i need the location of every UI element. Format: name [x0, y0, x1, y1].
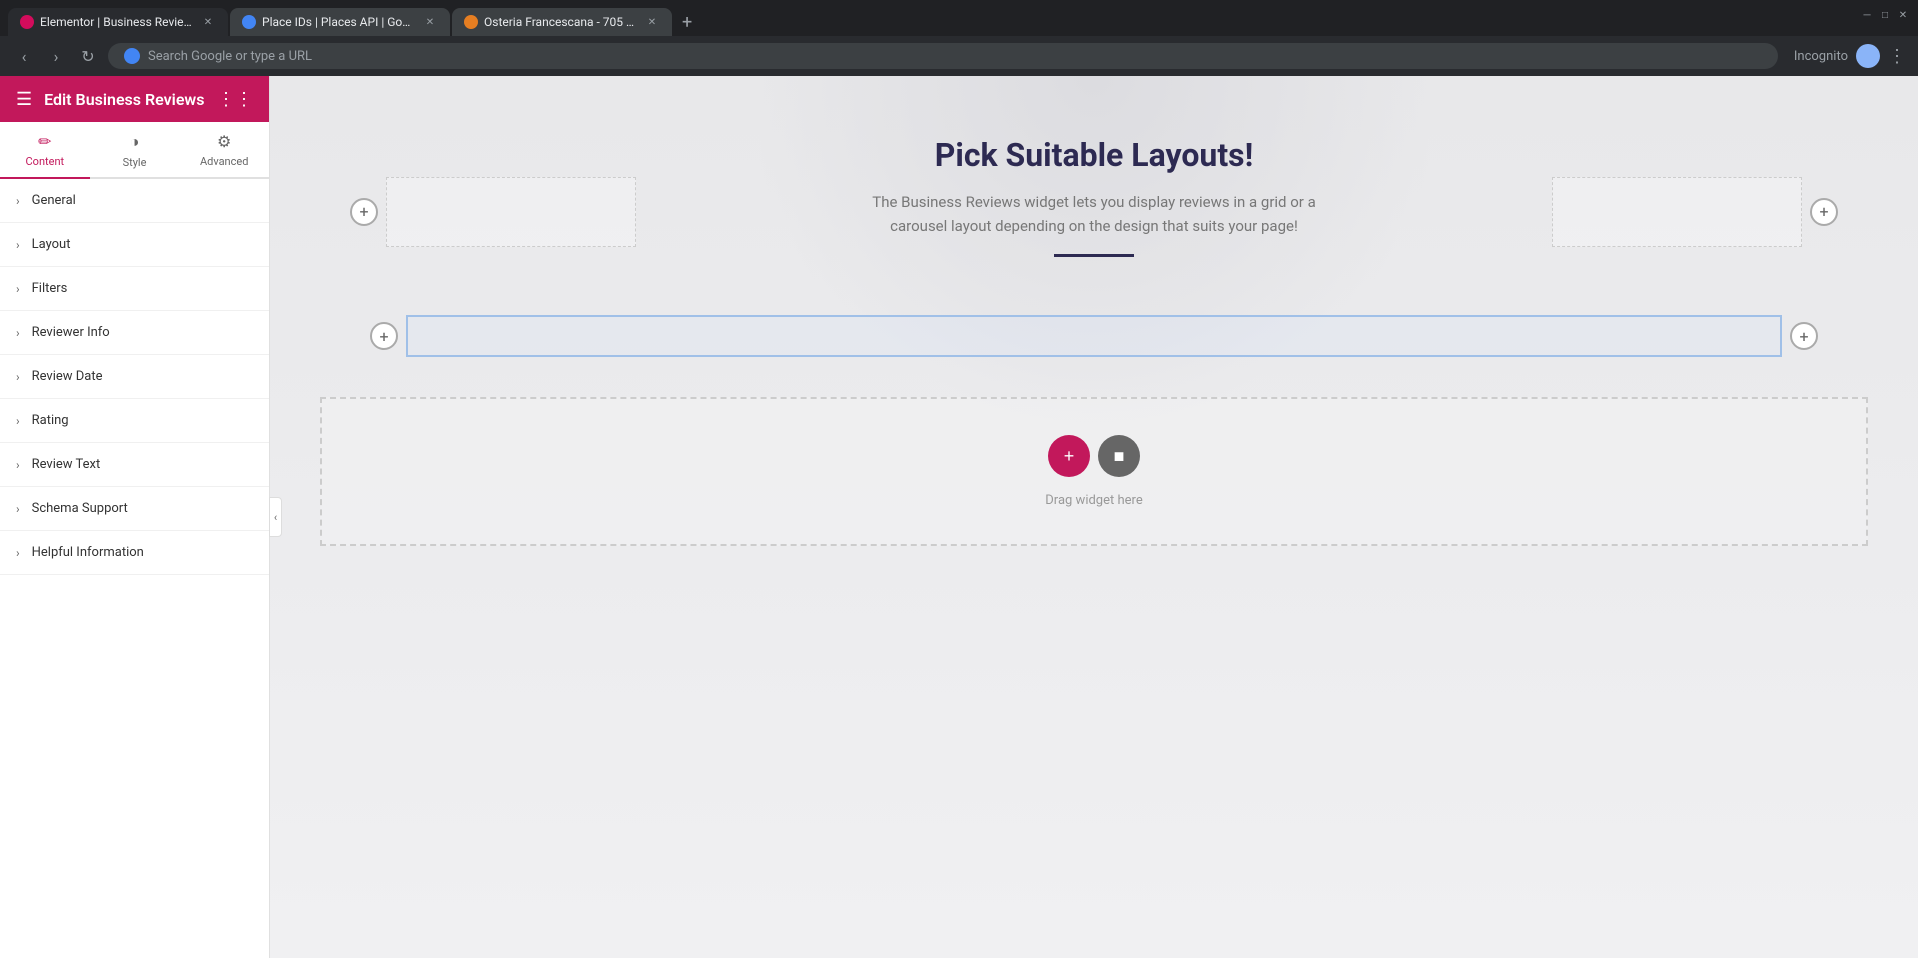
advanced-tab-icon: ⚙ [217, 132, 231, 151]
chevron-review-text-icon: › [16, 458, 20, 472]
maximize-button[interactable]: □ [1878, 8, 1892, 22]
address-bar: ‹ › ↻ Search Google or type a URL Incogn… [0, 36, 1918, 76]
fab-group: + ■ [1048, 435, 1140, 477]
add-col-left-button[interactable]: + [350, 198, 378, 226]
selected-widget-placeholder [406, 315, 1782, 357]
content-area: + Pick Suitable Layouts! The Business Re… [270, 76, 1918, 958]
tab-osteria-title: Osteria Francescana - 705 Photo... [484, 15, 638, 29]
google-icon [124, 48, 140, 64]
close-window-button[interactable]: ✕ [1896, 8, 1910, 22]
style-tab-label: Style [123, 156, 147, 169]
chevron-reviewer-icon: › [16, 326, 20, 340]
section-rating[interactable]: › Rating [0, 399, 269, 443]
style-tab-icon: ◑ [130, 132, 140, 152]
tab-style[interactable]: ◑ Style [90, 122, 180, 177]
back-button[interactable]: ‹ [12, 47, 36, 66]
col-placeholder-right [1552, 177, 1802, 247]
tab-places[interactable]: Place IDs | Places API | Google... ✕ [230, 8, 450, 36]
section-general-label: General [32, 193, 76, 208]
tab-content[interactable]: ✏ Content [0, 122, 90, 179]
chevron-schema-icon: › [16, 502, 20, 516]
forward-button[interactable]: › [44, 47, 68, 66]
chevron-filters-icon: › [16, 282, 20, 296]
section-review-text-label: Review Text [32, 457, 101, 472]
tab-advanced[interactable]: ⚙ Advanced [179, 122, 269, 177]
tab-elementor-title: Elementor | Business Reviews [40, 15, 194, 29]
section-reviewer-info[interactable]: › Reviewer Info [0, 311, 269, 355]
add-row-right-button[interactable]: + [1790, 322, 1818, 350]
panel-title: Edit Business Reviews [44, 90, 205, 109]
drag-widget-area: + ■ Drag widget here [320, 397, 1868, 546]
chevron-review-date-icon: › [16, 370, 20, 384]
section-general[interactable]: › General [0, 179, 269, 223]
left-panel: ☰ Edit Business Reviews ⋮⋮ ✏ Content ◑ S… [0, 76, 270, 958]
section-schema-support[interactable]: › Schema Support [0, 487, 269, 531]
tab-close-osteria[interactable]: ✕ [644, 14, 660, 30]
minimize-button[interactable]: ─ [1860, 8, 1874, 22]
elementor-favicon [20, 15, 34, 29]
section-review-date[interactable]: › Review Date [0, 355, 269, 399]
grid-menu-icon[interactable]: ⋮⋮ [217, 89, 253, 110]
section-reviewer-label: Reviewer Info [32, 325, 110, 340]
chevron-layout-icon: › [16, 238, 20, 252]
tab-places-title: Place IDs | Places API | Google... [262, 15, 416, 29]
section-rating-label: Rating [32, 413, 69, 428]
refresh-button[interactable]: ↻ [76, 47, 100, 66]
section-schema-label: Schema Support [32, 501, 128, 516]
section-helpful-label: Helpful Information [32, 545, 144, 560]
drag-hint-text: Drag widget here [1045, 493, 1142, 508]
new-tab-button[interactable]: + [674, 12, 700, 33]
content-tab-icon: ✏ [38, 132, 51, 151]
chevron-helpful-icon: › [16, 546, 20, 560]
places-favicon [242, 15, 256, 29]
chevron-rating-icon: › [16, 414, 20, 428]
tab-elementor[interactable]: Elementor | Business Reviews ✕ [8, 8, 228, 36]
section-filters[interactable]: › Filters [0, 267, 269, 311]
section-helpful-info[interactable]: › Helpful Information [0, 531, 269, 575]
tab-close-elementor[interactable]: ✕ [200, 14, 216, 30]
section-options-button[interactable]: ■ [1098, 435, 1140, 477]
col-placeholder-left [386, 177, 636, 247]
widget-title: Pick Suitable Layouts! [846, 136, 1342, 174]
menu-dots-icon[interactable]: ⋮ [1888, 46, 1906, 67]
add-section-button[interactable]: + [1048, 435, 1090, 477]
tab-osteria[interactable]: Osteria Francescana - 705 Photo... ✕ [452, 8, 672, 36]
section-review-text[interactable]: › Review Text [0, 443, 269, 487]
address-input[interactable]: Search Google or type a URL [108, 43, 1778, 69]
section-filters-label: Filters [32, 281, 68, 296]
panel-header: ☰ Edit Business Reviews ⋮⋮ [0, 76, 269, 122]
panel-tabs: ✏ Content ◑ Style ⚙ Advanced [0, 122, 269, 179]
incognito-area: Incognito ⋮ [1794, 44, 1906, 68]
profile-icon[interactable] [1856, 44, 1880, 68]
panel-sections: › General › Layout › Filters › Reviewer … [0, 179, 269, 958]
add-col-right-button[interactable]: + [1810, 198, 1838, 226]
widget-description: The Business Reviews widget lets you dis… [846, 190, 1342, 238]
panel-collapse-handle[interactable]: ‹ [269, 497, 282, 537]
address-text: Search Google or type a URL [148, 49, 312, 64]
section-layout[interactable]: › Layout [0, 223, 269, 267]
incognito-label: Incognito [1794, 49, 1848, 64]
add-row-left-button[interactable]: + [370, 322, 398, 350]
widget-divider [1054, 254, 1134, 257]
advanced-tab-label: Advanced [200, 155, 248, 168]
content-tab-label: Content [26, 155, 65, 168]
osteria-favicon [464, 15, 478, 29]
hamburger-menu-icon[interactable]: ☰ [16, 89, 32, 110]
chevron-general-icon: › [16, 194, 20, 208]
section-review-date-label: Review Date [32, 369, 103, 384]
section-layout-label: Layout [32, 237, 71, 252]
tab-close-places[interactable]: ✕ [422, 14, 438, 30]
